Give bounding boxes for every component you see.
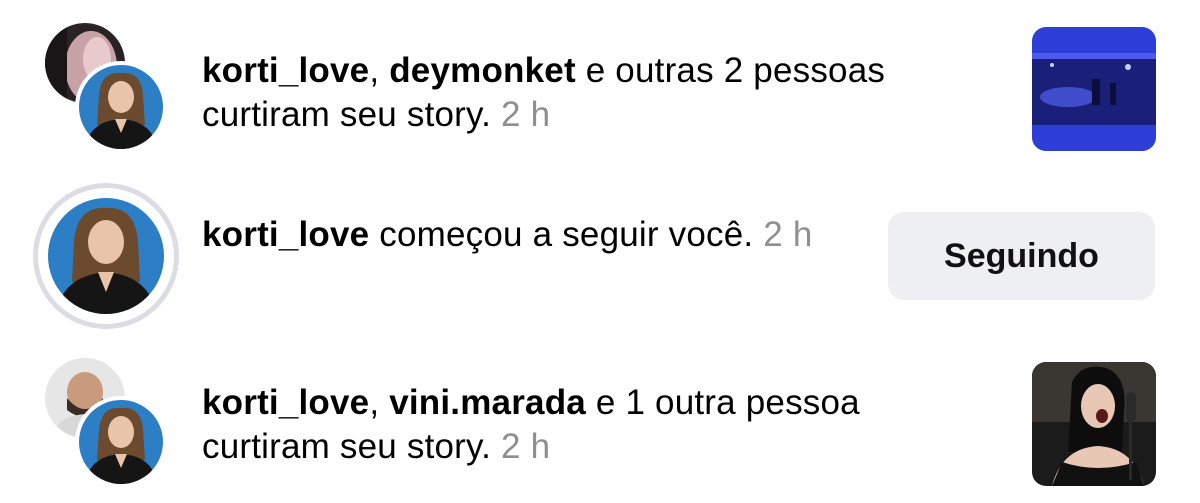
username-link[interactable]: korti_love: [202, 51, 369, 90]
username-link[interactable]: vini.marada: [389, 383, 586, 422]
avatar-photo-icon: [79, 400, 163, 484]
avatar-korti-love[interactable]: [75, 61, 167, 153]
avatar-stack[interactable]: [45, 358, 170, 488]
notification-row[interactable]: korti_love, vini.marada e 1 outra pessoa…: [0, 340, 1200, 500]
timestamp: 2 h: [500, 95, 551, 134]
username-link[interactable]: deymonket: [389, 51, 576, 90]
activity-feed: korti_love, deymonket e outras 2 pessoas…: [0, 0, 1200, 503]
singer-photo-icon: [1032, 362, 1156, 486]
avatar-story-ring[interactable]: [33, 183, 179, 329]
action-text: começou a seguir você.: [369, 215, 754, 254]
avatar-korti-love[interactable]: [75, 396, 167, 488]
username-link[interactable]: korti_love: [202, 215, 369, 254]
avatar-photo-icon: [48, 198, 164, 314]
following-button[interactable]: Seguindo: [888, 212, 1155, 300]
avatar-stack[interactable]: [45, 23, 170, 153]
notification-row[interactable]: korti_love começou a seguir você. 2 h Se…: [0, 175, 1200, 335]
notification-text: korti_love começou a seguir você. 2 h: [202, 213, 982, 257]
story-thumbnail[interactable]: [1032, 27, 1156, 151]
story-thumbnail[interactable]: [1032, 362, 1156, 486]
separator: ,: [369, 51, 390, 90]
concert-photo-icon: [1032, 27, 1156, 151]
notification-text: korti_love, vini.marada e 1 outra pessoa…: [202, 381, 982, 469]
avatar-photo-icon: [79, 65, 163, 149]
avatar-korti-love[interactable]: [48, 198, 164, 314]
timestamp: 2 h: [763, 215, 813, 254]
separator: ,: [369, 383, 390, 422]
notification-text: korti_love, deymonket e outras 2 pessoas…: [202, 49, 982, 137]
timestamp: 2 h: [500, 427, 551, 466]
username-link[interactable]: korti_love: [202, 383, 369, 422]
notification-row[interactable]: korti_love, deymonket e outras 2 pessoas…: [0, 5, 1200, 165]
